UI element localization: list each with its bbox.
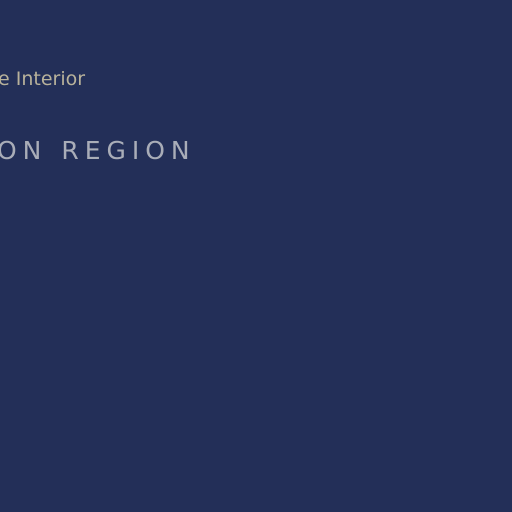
page-background: e Interior ON REGION: [0, 0, 512, 512]
region-title: ON REGION: [0, 136, 196, 165]
subtitle-text: e Interior: [0, 68, 86, 90]
